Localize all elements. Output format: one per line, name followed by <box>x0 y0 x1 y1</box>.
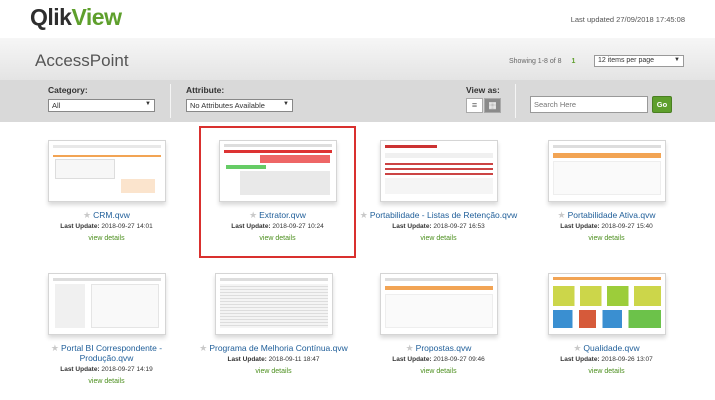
category-select[interactable]: All ▼ <box>48 99 155 112</box>
document-title-row: ★ CRM.qvw <box>25 210 188 220</box>
last-update-row: Last Update: 2018-09-27 09:46 <box>357 356 520 363</box>
items-per-page-select[interactable]: 12 items per page ▼ <box>594 55 684 67</box>
document-title-link[interactable]: Portal BI Correspondente - Produção.qvw <box>61 343 162 363</box>
last-update-row: Last Update: 2018-09-27 14:19 <box>25 366 188 373</box>
favorite-star-icon[interactable]: ★ <box>51 343 59 353</box>
search-input[interactable] <box>530 96 648 113</box>
view-details-link[interactable]: view details <box>25 378 188 385</box>
document-thumbnail[interactable] <box>214 273 333 335</box>
category-label: Category: <box>48 85 88 95</box>
category-value: All <box>52 101 61 110</box>
view-as-label: View as: <box>466 85 500 95</box>
last-update-row: Last Update: 2018-09-11 18:47 <box>192 356 355 363</box>
favorite-star-icon[interactable]: ★ <box>558 210 566 220</box>
view-details-link[interactable]: view details <box>357 235 520 242</box>
last-update-row: Last Update: 2018-09-27 15:40 <box>525 223 688 230</box>
filter-divider <box>515 84 516 118</box>
document-thumbnail[interactable] <box>379 273 498 335</box>
header: QlikView Last updated 27/09/2018 17:45:0… <box>0 0 715 38</box>
document-thumbnail[interactable] <box>547 140 666 202</box>
attribute-value: No Attributes Available <box>190 101 265 110</box>
document-card-qualidade[interactable]: ★ Qualidade.qvw Last Update: 2018-09-26 1… <box>525 273 688 375</box>
last-update-label: Last Update: <box>560 356 600 363</box>
paging-info: Showing 1-8 of 8 1 <box>509 58 575 65</box>
attribute-label: Attribute: <box>186 85 225 95</box>
document-title-row: ★ Portal BI Correspondente - Produção.qvw <box>25 343 188 363</box>
dropdown-arrow-icon: ▼ <box>145 101 151 107</box>
selection-highlight <box>199 126 356 258</box>
last-update-label: Last Update: <box>392 356 432 363</box>
last-update-value: 2018-09-27 09:46 <box>433 356 485 363</box>
document-title-row: ★ Portabilidade - Listas de Retenção.qvw <box>357 210 520 220</box>
favorite-star-icon[interactable]: ★ <box>83 210 91 220</box>
view-details-link[interactable]: view details <box>525 368 688 375</box>
favorite-star-icon[interactable]: ★ <box>406 343 414 353</box>
document-title-link[interactable]: CRM.qvw <box>93 210 130 220</box>
document-title-link[interactable]: Programa de Melhoria Contínua.qvw <box>209 343 347 353</box>
filter-divider <box>170 84 171 118</box>
list-view-icon[interactable]: ≡ <box>466 98 483 113</box>
document-title-row: ★ Propostas.qvw <box>357 343 520 353</box>
document-title-row: ★ Qualidade.qvw <box>525 343 688 353</box>
last-update-label: Last Update: <box>60 366 100 373</box>
last-update-value: 2018-09-27 14:19 <box>101 366 153 373</box>
document-card-portabilidade-listas[interactable]: ★ Portabilidade - Listas de Retenção.qvw … <box>357 140 520 242</box>
logo-part-qlik: Qlik <box>30 4 72 30</box>
document-card-propostas[interactable]: ★ Propostas.qvw Last Update: 2018-09-27 0… <box>357 273 520 375</box>
document-card-programa-melhoria[interactable]: ★ Programa de Melhoria Contínua.qvw Last … <box>192 273 355 375</box>
view-details-link[interactable]: view details <box>357 368 520 375</box>
view-details-link[interactable]: view details <box>192 368 355 375</box>
grid-view-icon[interactable]: ▦ <box>484 98 501 113</box>
document-thumbnail[interactable] <box>47 273 166 335</box>
go-button[interactable]: Go <box>652 96 672 113</box>
last-update-label: Last Update: <box>560 223 600 230</box>
favorite-star-icon[interactable]: ★ <box>573 343 581 353</box>
last-update-label: Last Update: <box>227 356 267 363</box>
document-title-row: ★ Programa de Melhoria Contínua.qvw <box>192 343 355 353</box>
document-title-link[interactable]: Portabilidade Ativa.qvw <box>568 210 656 220</box>
page-number-link[interactable]: 1 <box>572 58 576 65</box>
last-update-label: Last Update: <box>60 223 100 230</box>
document-title-link[interactable]: Portabilidade - Listas de Retenção.qvw <box>370 210 517 220</box>
dropdown-arrow-icon: ▼ <box>283 101 289 107</box>
logo-part-view: View <box>71 4 122 30</box>
document-thumbnail[interactable] <box>547 273 666 335</box>
document-card-crm[interactable]: ★ CRM.qvw Last Update: 2018-09-27 14:01 v… <box>25 140 188 242</box>
last-update-value: 2018-09-27 14:01 <box>101 223 153 230</box>
document-card-portabilidade-ativa[interactable]: ★ Portabilidade Ativa.qvw Last Update: 20… <box>525 140 688 242</box>
attribute-select[interactable]: No Attributes Available ▼ <box>186 99 293 112</box>
last-update-row: Last Update: 2018-09-27 14:01 <box>25 223 188 230</box>
items-per-page-value: 12 items per page <box>598 57 655 64</box>
last-update-row: Last Update: 2018-09-27 16:53 <box>357 223 520 230</box>
favorite-star-icon[interactable]: ★ <box>199 343 207 353</box>
document-title-row: ★ Portabilidade Ativa.qvw <box>525 210 688 220</box>
document-title-link[interactable]: Qualidade.qvw <box>583 343 639 353</box>
page-title: AccessPoint <box>35 51 129 70</box>
dropdown-arrow-icon: ▼ <box>674 57 680 63</box>
document-thumbnail[interactable] <box>47 140 166 202</box>
last-update-value: 2018-09-27 16:53 <box>433 223 485 230</box>
showing-count: Showing 1-8 of 8 <box>509 58 562 65</box>
document-title-link[interactable]: Propostas.qvw <box>416 343 472 353</box>
view-details-link[interactable]: view details <box>525 235 688 242</box>
last-updated-text: Last updated 27/09/2018 17:45:08 <box>570 15 685 24</box>
document-thumbnail[interactable] <box>379 140 498 202</box>
last-update-value: 2018-09-26 13:07 <box>601 356 653 363</box>
last-update-value: 2018-09-11 18:47 <box>268 356 320 363</box>
favorite-star-icon[interactable]: ★ <box>360 210 368 220</box>
last-update-row: Last Update: 2018-09-26 13:07 <box>525 356 688 363</box>
view-details-link[interactable]: view details <box>25 235 188 242</box>
last-update-label: Last Update: <box>392 223 432 230</box>
document-card-portal-bi[interactable]: ★ Portal BI Correspondente - Produção.qvw… <box>25 273 188 385</box>
last-update-value: 2018-09-27 15:40 <box>601 223 653 230</box>
qlikview-logo: QlikView <box>30 4 122 31</box>
